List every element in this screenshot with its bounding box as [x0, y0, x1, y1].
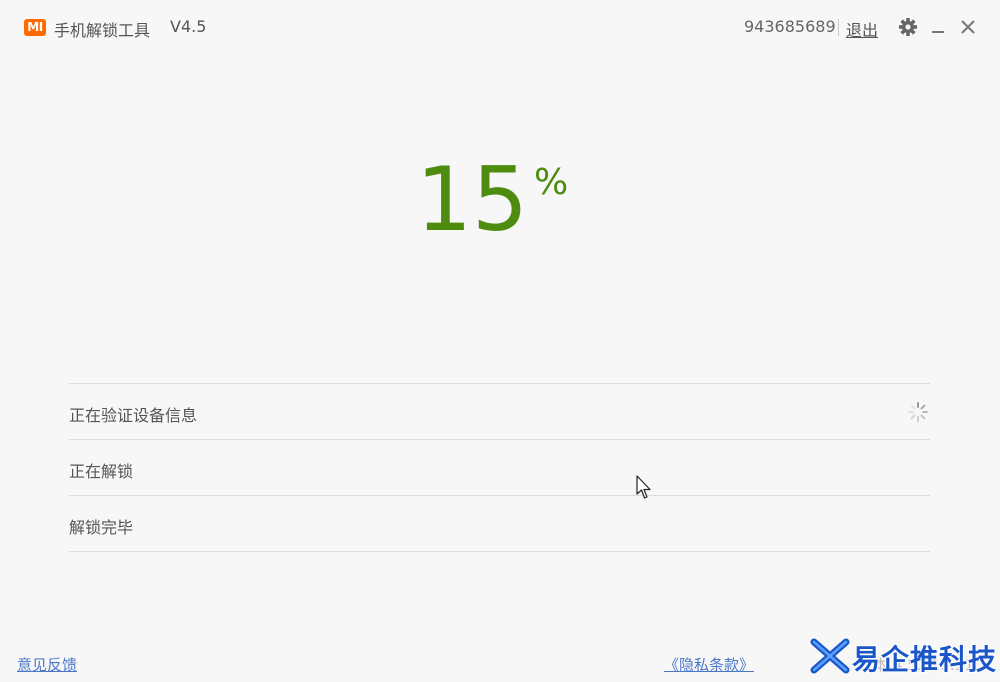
mouse-cursor-icon	[636, 475, 651, 499]
step-row-verify: 正在验证设备信息	[69, 383, 930, 439]
divider	[838, 19, 839, 36]
close-icon	[961, 20, 975, 34]
watermark-text: 易企推科技	[852, 643, 998, 676]
watermark: 易企推科技	[810, 634, 1000, 680]
minimize-button[interactable]	[926, 14, 950, 40]
app-version: V4.5	[170, 17, 207, 36]
minimize-icon	[932, 31, 944, 33]
title-bar: MI 手机解锁工具 V4.5 943685689 退出	[0, 0, 1000, 56]
app-title: 手机解锁工具	[54, 21, 151, 40]
settings-button[interactable]	[896, 14, 920, 40]
progress-display: 15 %	[0, 150, 1000, 260]
step-row-complete: 解锁完毕	[69, 495, 930, 552]
progress-percent-value: 15	[416, 148, 528, 251]
gear-icon	[899, 18, 917, 36]
progress-percent-unit: %	[534, 162, 569, 203]
step-label: 解锁完毕	[69, 518, 134, 537]
step-label: 正在验证设备信息	[69, 406, 198, 425]
step-label: 正在解锁	[69, 462, 134, 481]
loading-spinner-icon	[908, 402, 928, 422]
privacy-policy-link[interactable]: 《隐私条款》	[664, 654, 754, 675]
close-button[interactable]	[956, 14, 980, 40]
feedback-link[interactable]: 意见反馈	[17, 654, 77, 675]
watermark-logo-icon	[810, 638, 850, 674]
step-row-unlocking: 正在解锁	[69, 439, 930, 495]
mi-logo: MI	[24, 19, 46, 36]
logout-link[interactable]: 退出	[846, 17, 878, 41]
unlock-steps-list: 正在验证设备信息 正在解锁 解锁完毕	[69, 383, 930, 552]
account-id: 943685689	[744, 17, 836, 36]
